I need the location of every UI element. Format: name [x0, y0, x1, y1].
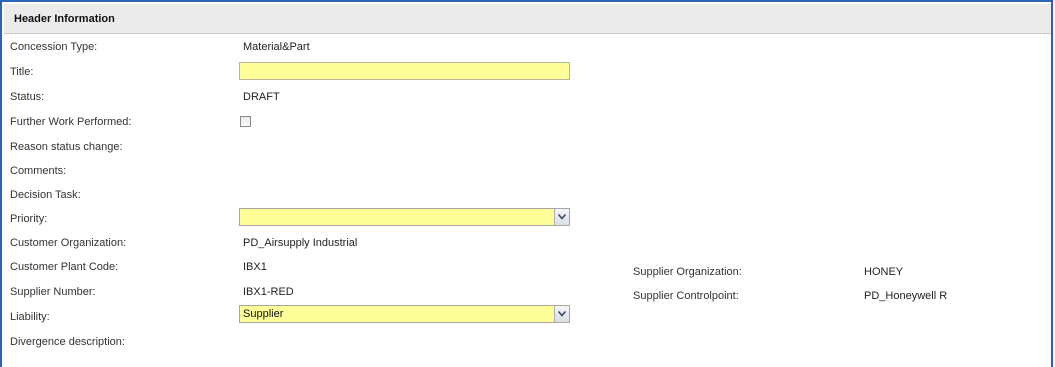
- liability-dropdown-button[interactable]: [554, 306, 569, 322]
- further-work-performed-checkbox[interactable]: [240, 116, 251, 127]
- divergence-description-label: Divergence description:: [10, 336, 125, 348]
- priority-label: Priority:: [10, 213, 48, 225]
- liability-select-value: Supplier: [243, 308, 284, 320]
- panel-header: Header Information: [4, 4, 1051, 34]
- concession-type-value: Material&Part: [243, 41, 310, 53]
- title-label: Title:: [10, 66, 34, 78]
- priority-dropdown-button[interactable]: [554, 209, 569, 225]
- customer-plant-code-label: Customer Plant Code:: [10, 261, 119, 273]
- customer-plant-code-value: IBX1: [243, 261, 267, 273]
- further-work-performed-label: Further Work Performed:: [10, 116, 132, 128]
- title-input[interactable]: [239, 62, 570, 80]
- customer-organization-label: Customer Organization:: [10, 237, 127, 249]
- supplier-number-value: IBX1-RED: [243, 286, 294, 298]
- supplier-number-label: Supplier Number:: [10, 286, 96, 298]
- comments-label: Comments:: [10, 165, 67, 177]
- status-value: DRAFT: [243, 91, 280, 103]
- concession-type-label: Concession Type:: [10, 41, 98, 53]
- supplier-controlpoint-label: Supplier Controlpoint:: [633, 290, 739, 302]
- priority-select[interactable]: [239, 208, 570, 226]
- chevron-down-icon: [558, 214, 566, 220]
- supplier-controlpoint-value: PD_Honeywell R: [864, 290, 948, 302]
- liability-label: Liability:: [10, 311, 50, 323]
- customer-organization-value: PD_Airsupply Industrial: [243, 237, 358, 249]
- reason-status-change-label: Reason status change:: [10, 141, 123, 153]
- liability-select[interactable]: Supplier: [239, 305, 570, 323]
- chevron-down-icon: [558, 311, 566, 317]
- panel-title: Header Information: [14, 13, 115, 25]
- decision-task-label: Decision Task:: [10, 189, 81, 201]
- supplier-organization-label: Supplier Organization:: [633, 266, 742, 278]
- status-label: Status:: [10, 91, 45, 103]
- supplier-organization-value: HONEY: [864, 266, 904, 278]
